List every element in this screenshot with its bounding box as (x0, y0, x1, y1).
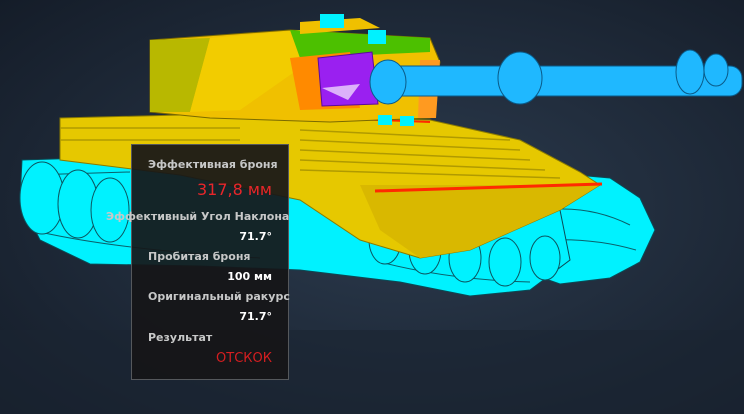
effective-armor-label: Эффективная броня (148, 158, 278, 171)
result-value: ОТСКОК (216, 351, 272, 366)
ground-shadow (0, 330, 744, 414)
effective-angle-label: Эффективный Угол Наклона (106, 210, 290, 223)
original-angle-value: 71.7° (239, 310, 272, 323)
armor-tooltip: Эффективная броня 317,8 мм Эффективный У… (106, 144, 290, 380)
effective-angle-value: 71.7° (239, 230, 272, 243)
original-angle-label: Оригинальный ракурс (148, 290, 290, 303)
effective-armor-value: 317,8 мм (196, 180, 272, 199)
penetration-label: Пробитая броня (148, 250, 251, 263)
gun-mantlet (317, 51, 379, 107)
penetration-value: 100 мм (227, 270, 272, 283)
result-label: Результат (148, 331, 213, 344)
tank-armor-view[interactable] (0, 0, 744, 414)
